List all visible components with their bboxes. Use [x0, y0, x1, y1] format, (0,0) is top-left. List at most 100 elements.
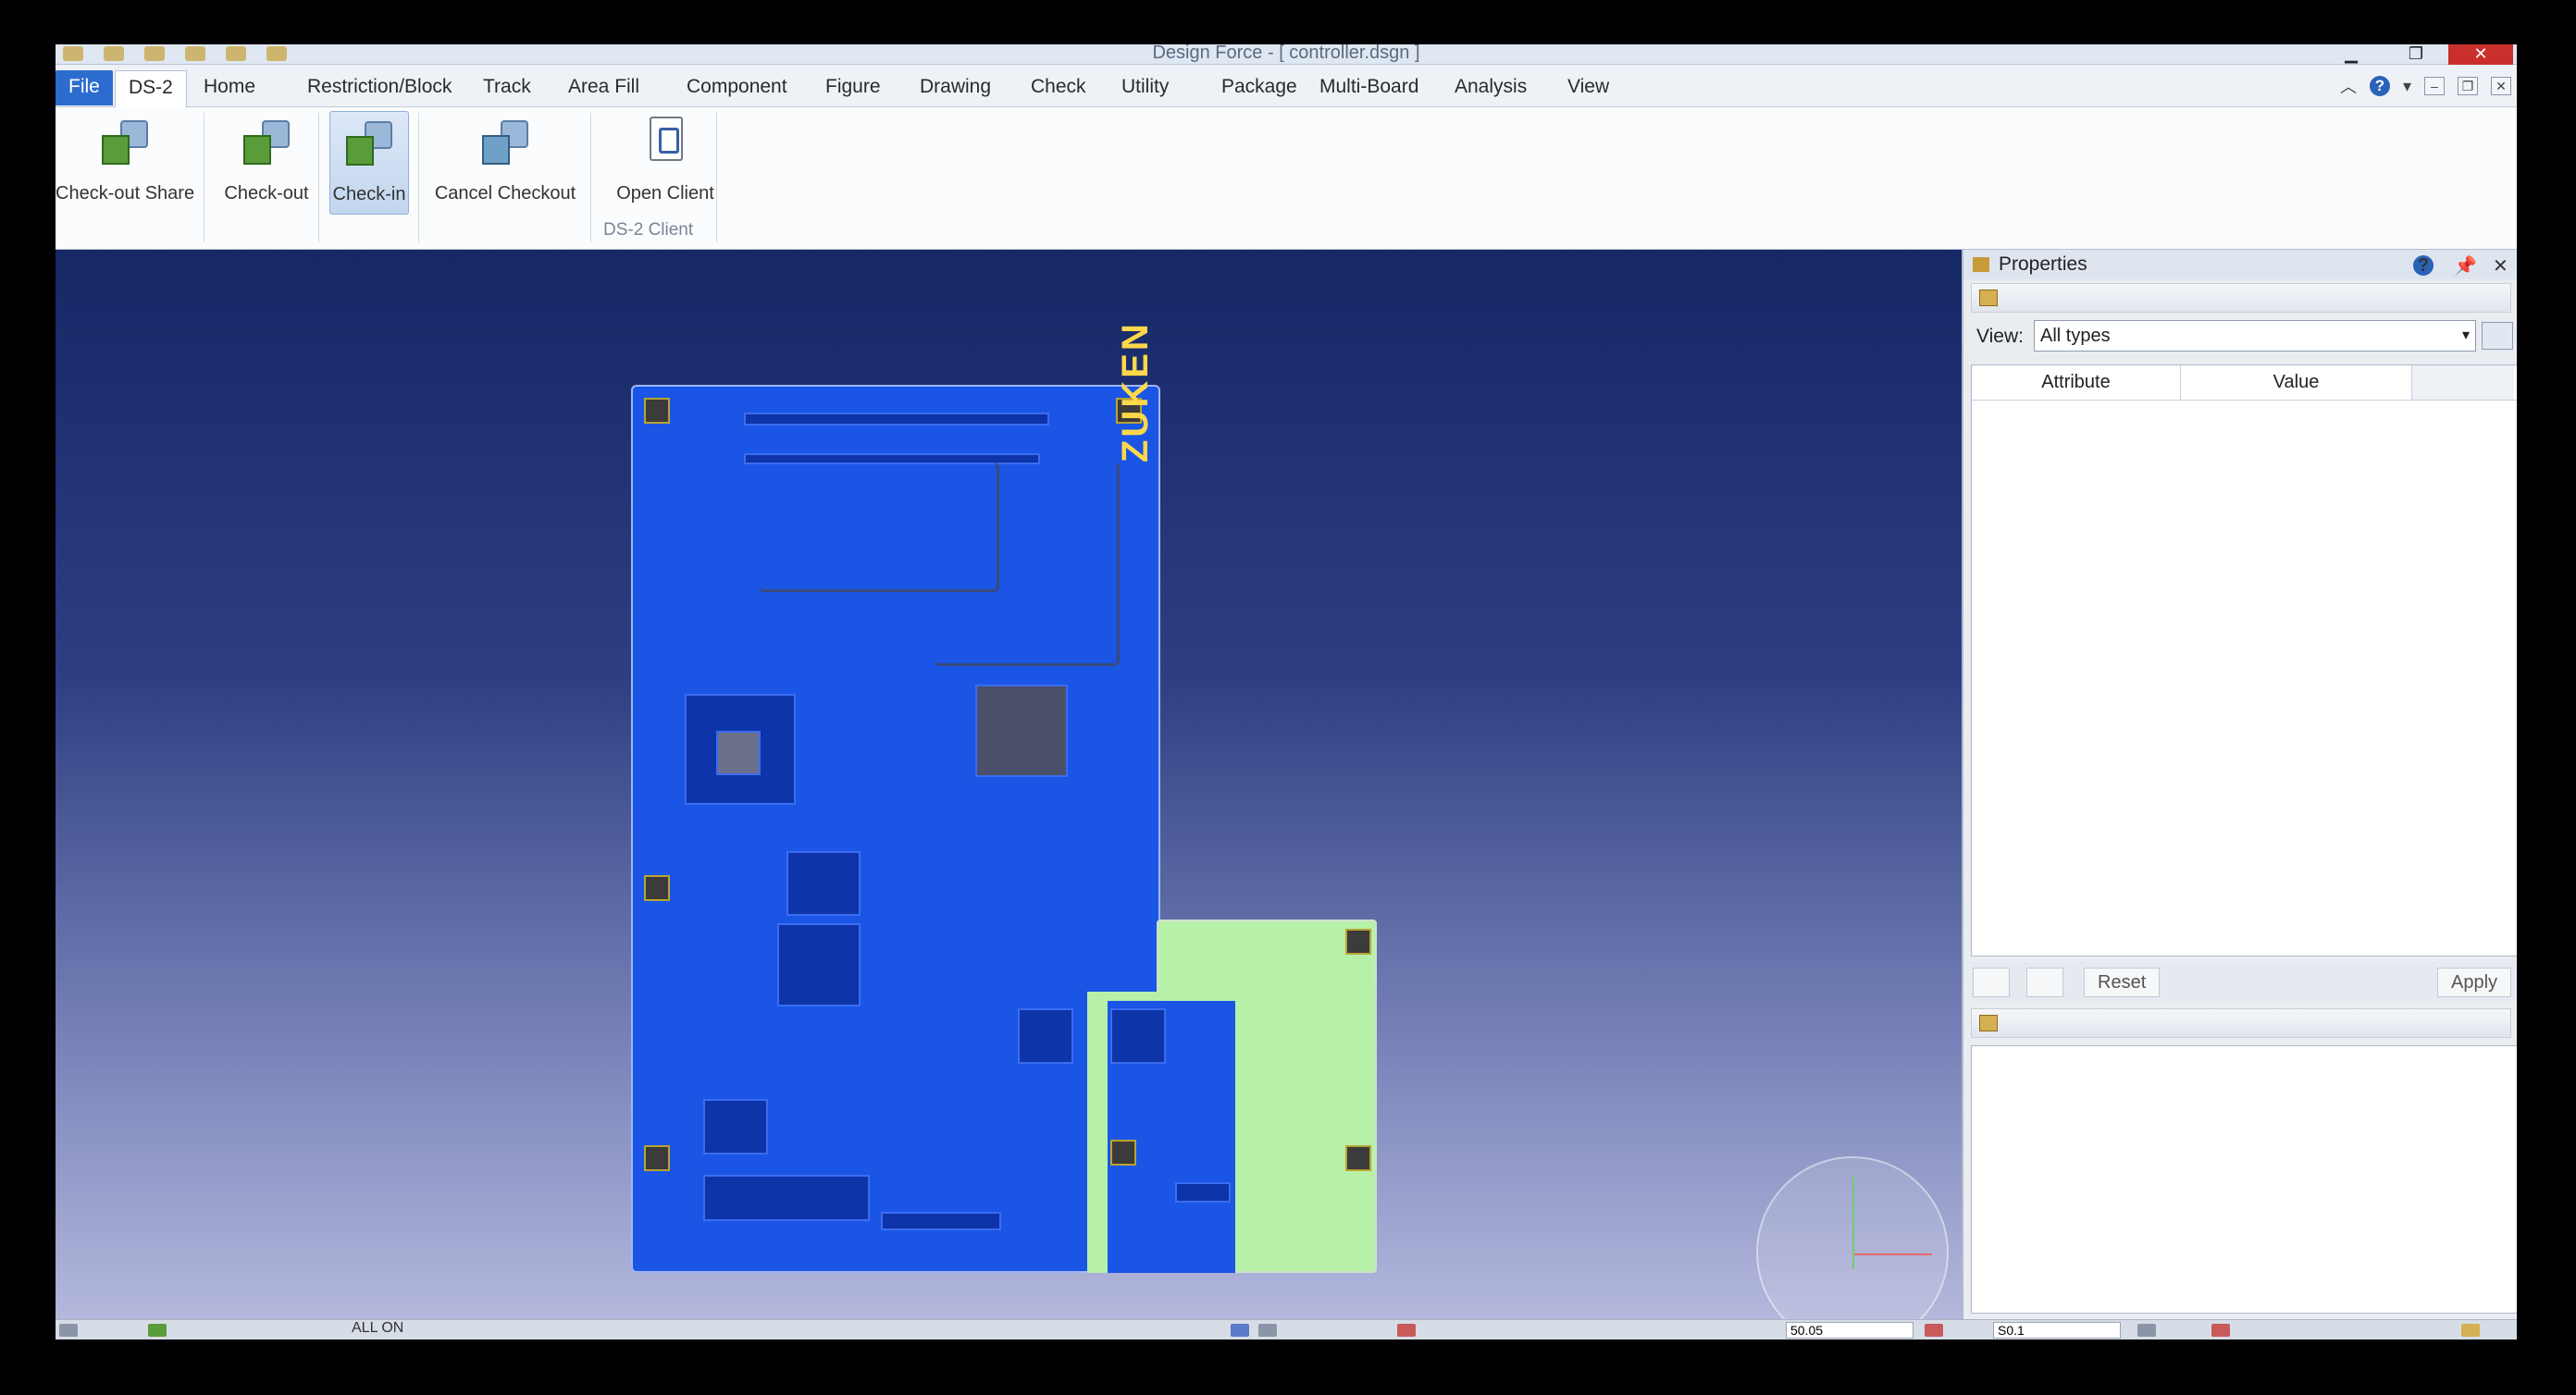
status-tool-icon[interactable] — [2137, 1324, 2156, 1337]
tab-ds2[interactable]: DS-2 — [115, 70, 187, 107]
connector-row — [1175, 1182, 1231, 1203]
check-in-icon — [342, 117, 396, 167]
check-out-button[interactable]: Check-out — [211, 111, 322, 215]
mounting-pad — [1345, 929, 1371, 955]
grid-field[interactable]: 50.05 — [1786, 1322, 1913, 1339]
status-light-icon[interactable] — [2461, 1324, 2480, 1337]
mounting-pad — [1345, 1145, 1371, 1171]
refresh-icon[interactable] — [1973, 968, 2010, 997]
status-view-icon[interactable] — [59, 1324, 78, 1337]
ribbon-group-label: DS-2 Client — [603, 220, 694, 240]
screen-frame: Design Force - [ controller.dsgn ] ▁ ❐ ✕… — [0, 0, 2576, 1395]
ribbon-tabs: File DS-2 Home Restriction/Block Track A… — [56, 65, 2517, 107]
doc-restore-icon[interactable]: ❐ — [2458, 77, 2478, 95]
tab-component[interactable]: Component — [674, 72, 800, 105]
check-out-share-button[interactable]: Check-out Share — [56, 111, 194, 215]
check-out-share-icon — [98, 117, 152, 167]
status-drc-icon[interactable] — [1397, 1324, 1416, 1337]
tab-track[interactable]: Track — [470, 72, 544, 105]
filter-pin-button[interactable] — [2482, 322, 2513, 350]
properties-close-icon[interactable]: ✕ — [2493, 252, 2508, 281]
status-grid-icon[interactable] — [1925, 1324, 1943, 1337]
connector-row — [881, 1212, 1001, 1230]
ic-chip — [786, 851, 861, 916]
open-client-button[interactable]: Open Client — [598, 111, 733, 215]
ic-chip — [703, 1099, 768, 1154]
tab-view[interactable]: View — [1554, 72, 1622, 105]
properties-panel: Properties ? 📌 ✕ View: All types Attribu… — [1962, 250, 2517, 1319]
tab-figure[interactable]: Figure — [812, 72, 894, 105]
trace-bundle — [935, 463, 1120, 666]
window-title: Design Force - [ controller.dsgn ] — [1152, 44, 1420, 63]
folder-icon[interactable] — [1979, 290, 1998, 306]
scale-field[interactable]: S0.1 — [1993, 1322, 2121, 1339]
pin-icon[interactable]: 📌 — [2454, 252, 2477, 281]
doc-close-icon[interactable]: ✕ — [2491, 77, 2511, 95]
connector-block — [703, 1175, 870, 1221]
column-attribute: Attribute — [1972, 365, 2181, 400]
status-select-icon[interactable] — [1231, 1324, 1249, 1337]
doc-minimize-icon[interactable]: – — [2424, 77, 2445, 95]
tab-file[interactable]: File — [56, 70, 113, 105]
status-layer-icon[interactable] — [148, 1324, 167, 1337]
properties-lower-pane — [1971, 1045, 2517, 1314]
mounting-pad — [644, 398, 670, 424]
tab-drawing[interactable]: Drawing — [907, 72, 1004, 105]
column-spacer — [2412, 365, 2514, 400]
status-snap-icon[interactable] — [1258, 1324, 1277, 1337]
grid-header: Attribute Value — [1972, 365, 2517, 401]
help-icon[interactable]: ? — [2369, 76, 2390, 96]
apply-button[interactable]: Apply — [2437, 968, 2512, 997]
open-client-icon — [638, 117, 692, 167]
properties-grid[interactable]: Attribute Value — [1971, 364, 2517, 957]
cancel-checkout-button[interactable]: Cancel Checkout — [426, 111, 585, 215]
maximize-icon[interactable]: ❐ — [2384, 44, 2448, 65]
view-select[interactable]: All types — [2034, 320, 2476, 352]
mounting-pad — [644, 1145, 670, 1171]
tab-check[interactable]: Check — [1018, 72, 1099, 105]
design-canvas[interactable]: ZUKEN — [56, 250, 1962, 1339]
close-icon[interactable]: ✕ — [2448, 44, 2513, 65]
reset-button[interactable]: Reset — [2084, 968, 2161, 997]
orientation-gizmo[interactable] — [1756, 1156, 1949, 1339]
mounting-pad — [644, 875, 670, 901]
ic-die — [716, 731, 761, 775]
properties-help-icon[interactable]: ? — [2413, 255, 2434, 276]
tab-home[interactable]: Home — [191, 72, 268, 105]
minimize-icon[interactable]: ▁ — [2319, 44, 2384, 65]
connector-row — [744, 413, 1049, 426]
ic-chip — [777, 923, 861, 1006]
tab-area-fill[interactable]: Area Fill — [555, 72, 652, 105]
title-bar: Design Force - [ controller.dsgn ] ▁ ❐ ✕ — [56, 44, 2517, 65]
properties-actions: Reset Apply — [1971, 962, 2517, 1001]
zuken-logo: ZUKEN — [1115, 321, 1156, 463]
status-bar: ALL ON 50.05 S0.1 — [56, 1319, 2517, 1339]
collapse-ribbon-icon[interactable]: ︿ — [2340, 74, 2357, 98]
layer-status-text: ALL ON — [352, 1320, 404, 1336]
properties-toolbar — [1971, 283, 2511, 313]
tab-multi-board[interactable]: Multi-Board — [1307, 72, 1431, 105]
view-label: View: — [1976, 326, 2024, 347]
window-controls: ▁ ❐ ✕ — [2319, 44, 2513, 65]
lower-folder-icon[interactable] — [1979, 1015, 1998, 1031]
cancel-checkout-icon — [478, 117, 532, 167]
regulator — [1110, 1008, 1166, 1064]
check-in-button[interactable]: Check-in — [329, 111, 409, 215]
check-out-icon — [240, 117, 293, 167]
tab-utility[interactable]: Utility — [1108, 72, 1182, 105]
regulator — [1018, 1008, 1073, 1064]
status-record-icon[interactable] — [2211, 1324, 2230, 1337]
mounting-pad — [1110, 1140, 1136, 1166]
column-value: Value — [2181, 365, 2412, 400]
properties-header: Properties ? 📌 ✕ — [1963, 250, 2517, 279]
properties-title: Properties — [1999, 253, 2087, 275]
edit-icon[interactable] — [2026, 968, 2063, 997]
properties-icon — [1973, 257, 1989, 272]
chevron-down-icon[interactable]: ▾ — [2403, 77, 2411, 96]
tab-package[interactable]: Package — [1208, 72, 1310, 105]
lower-toolbar — [1971, 1008, 2511, 1038]
tab-restriction-block[interactable]: Restriction/Block — [294, 72, 464, 105]
tab-analysis[interactable]: Analysis — [1442, 72, 1540, 105]
app-window: Design Force - [ controller.dsgn ] ▁ ❐ ✕… — [56, 44, 2517, 1339]
ribbon-panel: Check-out Share Check-out Check-in Cance… — [56, 107, 2517, 290]
